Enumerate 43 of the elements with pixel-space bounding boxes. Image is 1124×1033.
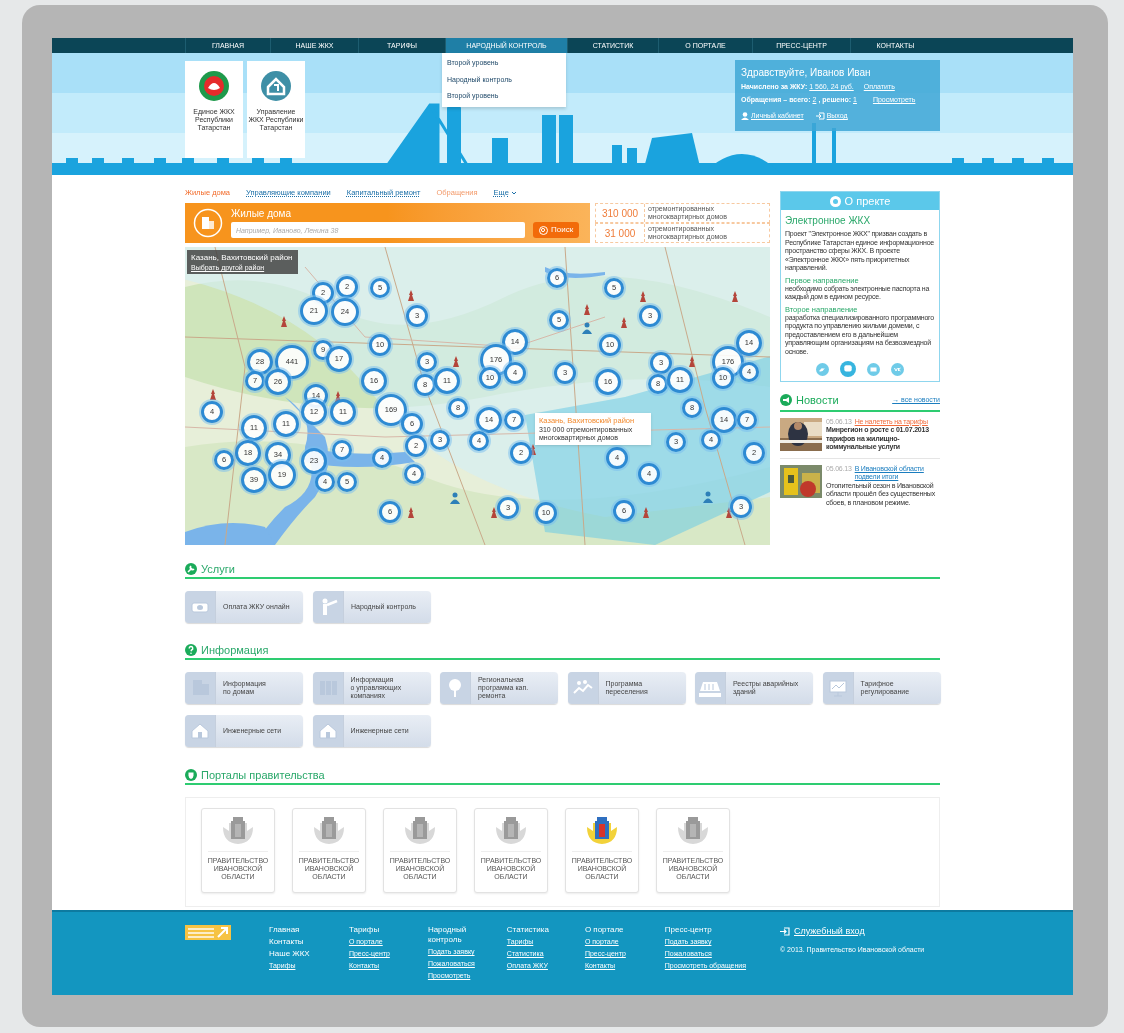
search-title: Жилые дома: [231, 208, 292, 220]
footer-logo-icon[interactable]: [185, 925, 231, 940]
building-icon: [193, 208, 223, 238]
section-heading: Порталы правительства: [201, 768, 325, 782]
stat-value: 31 000: [603, 226, 637, 241]
landmark-marker-icon: [731, 291, 739, 303]
landmark-marker-icon: [642, 507, 650, 519]
landmark-marker-icon: [280, 316, 288, 328]
landmark-marker-icon: [407, 507, 415, 519]
person-marker-icon: [703, 491, 713, 503]
chevron-icon: [510, 191, 517, 196]
logout-icon: [815, 112, 825, 120]
news-title: Новости: [796, 393, 839, 408]
user-icon: [741, 112, 749, 120]
wrench-icon: [185, 563, 197, 575]
about-heading: Электронное ЖКХ: [785, 214, 872, 227]
vk-icon[interactable]: [891, 362, 904, 376]
section-heading: Информация: [201, 643, 269, 657]
megaphone-icon: [780, 394, 792, 407]
monitor-chart-icon: [826, 677, 849, 699]
landmark-marker-icon: [407, 290, 415, 302]
landmark-marker-icon: [583, 304, 591, 316]
login-icon: [780, 927, 790, 937]
landmark-marker-icon: [639, 291, 647, 303]
region-name: Казань, Вахитовский район: [191, 252, 294, 263]
search-icon: [539, 225, 548, 235]
emblem-icon: [260, 70, 292, 102]
landmark-marker-icon: [620, 317, 628, 329]
landmark-marker-icon: [688, 356, 696, 368]
person-marker-icon: [450, 492, 460, 504]
emblem-icon: [198, 70, 230, 102]
mail-icon[interactable]: [867, 362, 880, 376]
landmark-marker-icon: [452, 356, 460, 368]
landmark-marker-icon: [725, 507, 733, 519]
section-heading: Услуги: [201, 562, 235, 576]
shield-icon: [185, 769, 197, 781]
greeting: Здравствуйте, Иванов Иван: [741, 66, 872, 79]
landmark-marker-icon: [490, 507, 498, 519]
landmark-marker-icon: [209, 389, 217, 401]
person-marker-icon: [582, 322, 592, 334]
stat-value: 310 000: [600, 206, 640, 221]
about-title: О пректе: [844, 193, 891, 209]
question-icon: [185, 644, 197, 656]
